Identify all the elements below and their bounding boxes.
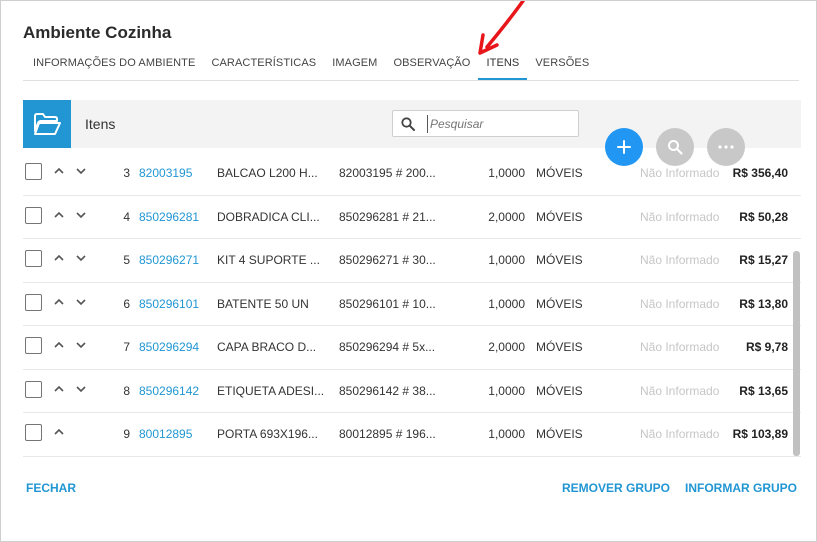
- dialog-title: Ambiente Cozinha: [23, 23, 172, 42]
- item-description: CAPA BRACO D...: [217, 340, 317, 354]
- row-checkbox[interactable]: [25, 206, 42, 224]
- chevron-down-icon[interactable]: [75, 209, 87, 221]
- tab-observacao[interactable]: OBSERVAÇÃO: [385, 49, 478, 80]
- table-row: 8 850296142 ETIQUETA ADESI... 850296142 …: [23, 370, 801, 413]
- row-index: 9: [123, 427, 130, 441]
- item-description: ETIQUETA ADESI...: [217, 383, 325, 398]
- table-row: 3 82003195 BALCAO L200 H... 82003195 # 2…: [23, 152, 801, 196]
- tab-versoes[interactable]: VERSÕES: [527, 49, 597, 80]
- chevron-up-icon[interactable]: [53, 296, 65, 308]
- item-quantity: 1,0000: [488, 383, 525, 398]
- row-checkbox[interactable]: [25, 293, 42, 311]
- item-reference: 82003195 # 200...: [339, 166, 436, 180]
- item-price: R$ 13,65: [739, 383, 788, 398]
- item-code-link[interactable]: 850296101: [139, 297, 199, 311]
- table-row: 6 850296101 BATENTE 50 UN 850296101 # 10…: [23, 283, 801, 326]
- item-reference: 850296142 # 38...: [339, 383, 436, 398]
- row-index: 4: [123, 209, 130, 224]
- search-icon: [401, 117, 415, 131]
- item-code-link[interactable]: 850296281: [139, 210, 199, 224]
- item-quantity: 1,0000: [488, 166, 525, 180]
- tab-imagem[interactable]: IMAGEM: [324, 49, 385, 80]
- row-index: 8: [123, 383, 130, 398]
- item-quantity: 2,0000: [488, 209, 525, 224]
- chevron-down-icon[interactable]: [75, 383, 87, 395]
- chevron-up-icon[interactable]: [53, 209, 65, 221]
- row-index: 3: [123, 166, 130, 180]
- tab-informacoes-do-ambiente[interactable]: INFORMAÇÕES DO AMBIENTE: [23, 49, 203, 80]
- item-description: PORTA 693X196...: [217, 427, 318, 441]
- item-reference: 850296294 # 5x...: [339, 340, 436, 354]
- tab-itens[interactable]: ITENS: [478, 49, 528, 80]
- table-row: 4 850296281 DOBRADICA CLI... 850296281 #…: [23, 196, 801, 239]
- table-row: 7 850296294 CAPA BRACO D... 850296294 # …: [23, 326, 801, 370]
- items-list: 3 82003195 BALCAO L200 H... 82003195 # 2…: [23, 152, 801, 457]
- dialog: Ambiente Cozinha INFORMAÇÕES DO AMBIENTE…: [0, 0, 817, 542]
- chevron-up-icon[interactable]: [53, 383, 65, 395]
- item-category: MÓVEIS: [536, 340, 583, 354]
- item-quantity: 1,0000: [488, 296, 525, 311]
- item-price: R$ 50,28: [739, 209, 788, 224]
- section-title: Itens: [85, 116, 116, 132]
- item-price: R$ 103,89: [732, 427, 788, 441]
- item-reference: 850296281 # 21...: [339, 209, 436, 224]
- row-index: 7: [123, 340, 130, 354]
- item-category: MÓVEIS: [536, 253, 583, 267]
- item-code-link[interactable]: 850296142: [139, 384, 199, 398]
- row-index: 5: [123, 253, 130, 267]
- item-code-link[interactable]: 82003195: [139, 166, 192, 180]
- inform-group-button[interactable]: INFORMAR GRUPO: [685, 481, 797, 495]
- item-reference: 850296271 # 30...: [339, 253, 436, 267]
- row-checkbox[interactable]: [25, 250, 42, 267]
- chevron-down-icon[interactable]: [75, 252, 87, 264]
- remove-group-button[interactable]: REMOVER GRUPO: [562, 481, 670, 495]
- row-checkbox[interactable]: [25, 424, 42, 441]
- item-quantity: 1,0000: [488, 427, 525, 441]
- more-horizontal-icon: [718, 145, 734, 149]
- row-checkbox[interactable]: [25, 380, 42, 398]
- row-checkbox[interactable]: [25, 163, 42, 180]
- close-button[interactable]: FECHAR: [26, 481, 76, 495]
- item-description: BALCAO L200 H...: [217, 166, 318, 180]
- item-reference: 80012895 # 196...: [339, 427, 436, 441]
- search-input[interactable]: [427, 115, 572, 133]
- item-quantity: 1,0000: [488, 253, 525, 267]
- chevron-down-icon[interactable]: [75, 165, 87, 177]
- item-price: R$ 13,80: [739, 296, 788, 311]
- section-icon-box: [23, 100, 71, 148]
- table-row: 5 850296271 KIT 4 SUPORTE ... 850296271 …: [23, 239, 801, 283]
- table-row: 9 80012895 PORTA 693X196... 80012895 # 1…: [23, 413, 801, 457]
- row-checkbox[interactable]: [25, 337, 42, 354]
- chevron-up-icon[interactable]: [53, 339, 65, 351]
- row-index: 6: [123, 296, 130, 311]
- chevron-up-icon[interactable]: [53, 252, 65, 264]
- item-code-link[interactable]: 850296271: [139, 253, 199, 267]
- item-price: R$ 9,78: [745, 340, 788, 354]
- item-code-link[interactable]: 80012895: [139, 427, 192, 441]
- item-category: MÓVEIS: [536, 209, 583, 224]
- tab-bar: INFORMAÇÕES DO AMBIENTE CARACTERÍSTICAS …: [23, 49, 799, 81]
- item-category: MÓVEIS: [536, 383, 583, 398]
- item-code-link[interactable]: 850296294: [139, 340, 199, 354]
- folder-open-icon: [34, 113, 61, 135]
- tab-caracteristicas[interactable]: CARACTERÍSTICAS: [203, 49, 324, 80]
- search-box: [392, 110, 579, 137]
- chevron-down-icon[interactable]: [75, 339, 87, 351]
- item-category: MÓVEIS: [536, 427, 583, 441]
- item-quantity: 2,0000: [488, 340, 525, 354]
- item-reference: 850296101 # 10...: [339, 296, 436, 311]
- item-description: KIT 4 SUPORTE ...: [217, 253, 320, 267]
- chevron-up-icon[interactable]: [53, 165, 65, 177]
- scrollbar-thumb[interactable]: [793, 251, 800, 456]
- item-category: MÓVEIS: [536, 166, 583, 180]
- item-price: R$ 15,27: [739, 253, 788, 267]
- chevron-down-icon[interactable]: [75, 296, 87, 308]
- item-description: BATENTE 50 UN: [217, 296, 309, 311]
- item-price: R$ 356,40: [732, 166, 788, 180]
- chevron-up-icon[interactable]: [53, 426, 65, 438]
- item-category: MÓVEIS: [536, 296, 583, 311]
- item-description: DOBRADICA CLI...: [217, 209, 320, 224]
